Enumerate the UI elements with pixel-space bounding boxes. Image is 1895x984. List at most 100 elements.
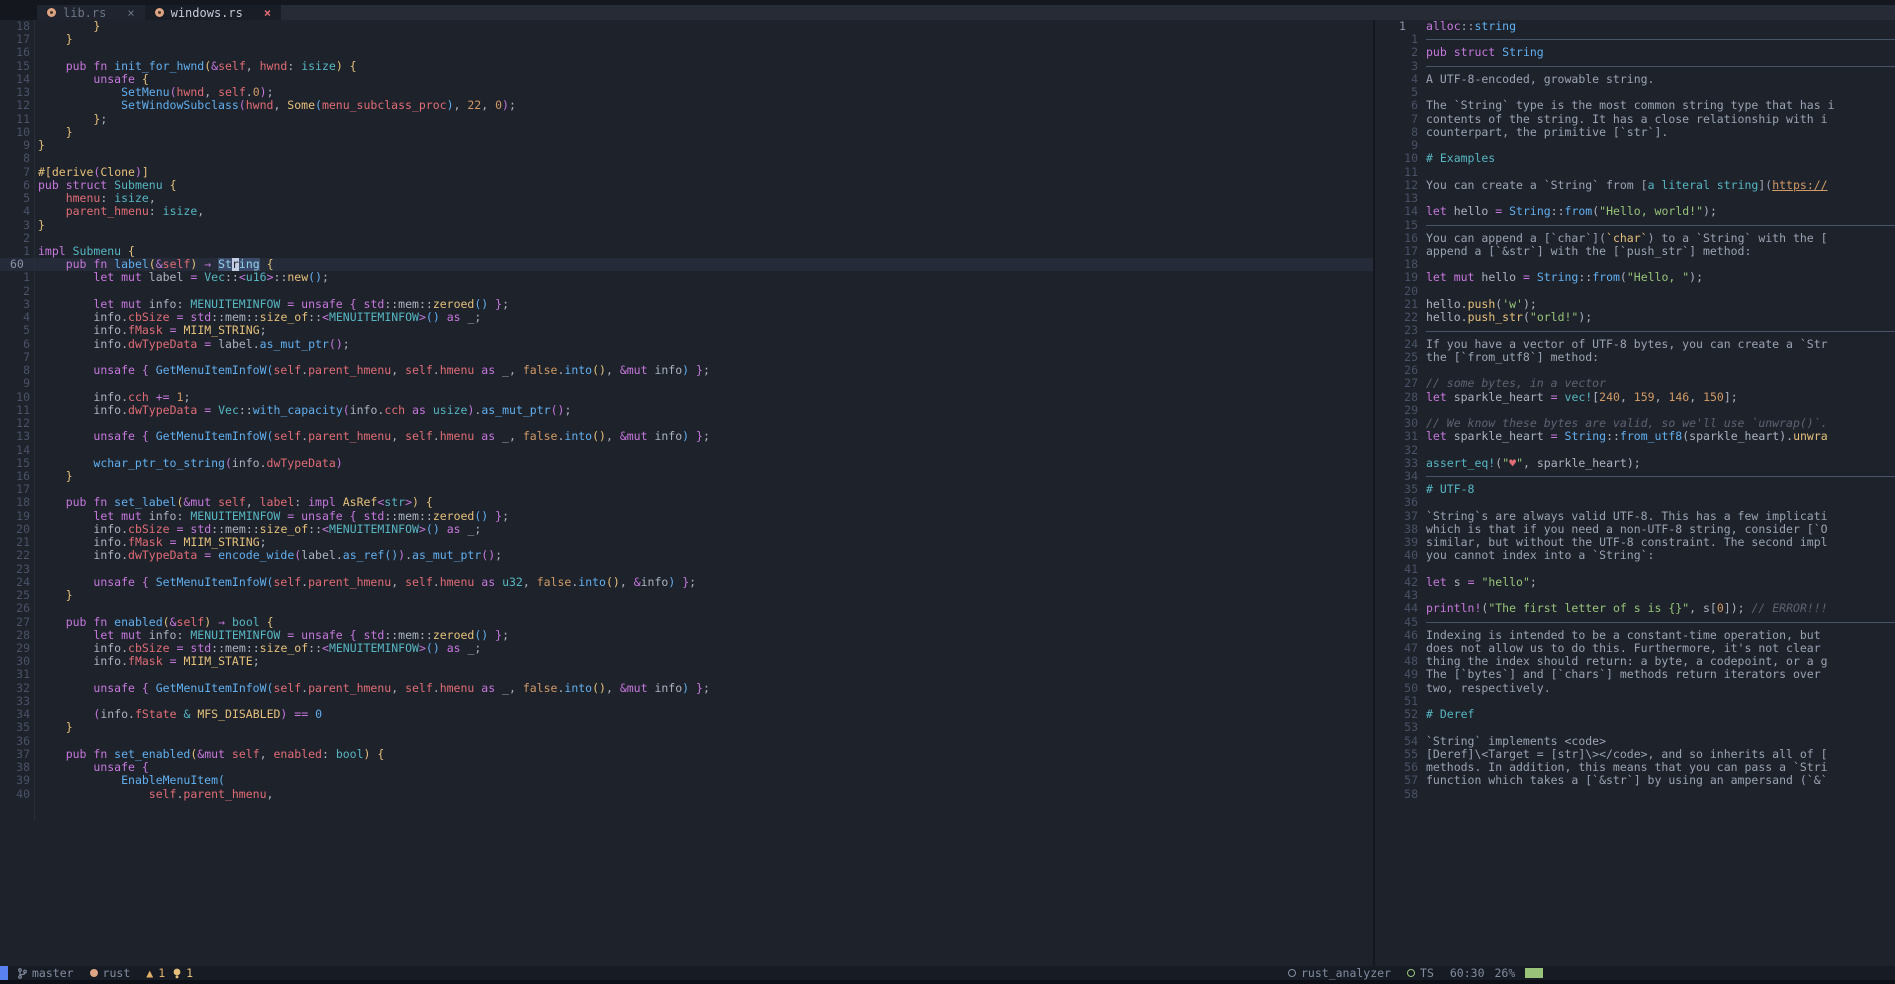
code-line[interactable]: 33 [0,695,1373,708]
doc-line[interactable]: 14let hello = String::from("Hello, world… [1375,205,1895,218]
doc-line[interactable]: 3 [1375,60,1895,73]
doc-line[interactable]: 44println!("The first letter of s is {}"… [1375,602,1895,615]
code-line[interactable]: 4 parent_hmenu: isize, [0,205,1373,218]
code-line[interactable]: 10 } [0,126,1373,139]
doc-line[interactable]: 23 [1375,324,1895,337]
code-line[interactable]: 15 wchar_ptr_to_string(info.dwTypeData) [0,457,1373,470]
code-line[interactable]: 38 unsafe { [0,761,1373,774]
doc-line[interactable]: 25the [`from_utf8`] method: [1375,351,1895,364]
code-line[interactable]: 24 unsafe { SetMenuItemInfoW(self.parent… [0,576,1373,589]
command-line[interactable] [0,980,1895,984]
doc-line[interactable]: 21hello.push('w'); [1375,298,1895,311]
doc-line[interactable]: 16You can append a [`char`](`char`) to a… [1375,232,1895,245]
code-line[interactable]: 6pub struct Submenu { [0,179,1373,192]
code-line[interactable]: 35 } [0,721,1373,734]
doc-line[interactable]: 22hello.push_str("orld!"); [1375,311,1895,324]
code-line[interactable]: 9 [0,377,1373,390]
code-line[interactable]: 3} [0,219,1373,232]
code-line[interactable]: 26 [0,602,1373,615]
code-line[interactable]: 27 pub fn enabled(&self) → bool { [0,616,1373,629]
doc-line[interactable]: 54`String` implements <code> [1375,735,1895,748]
doc-line[interactable]: 41 [1375,563,1895,576]
doc-line[interactable]: 13 [1375,192,1895,205]
doc-line[interactable]: 53 [1375,721,1895,734]
doc-line[interactable]: 55[Deref]\<Target = [str]\></code>, and … [1375,748,1895,761]
code-line[interactable]: 7 [0,351,1373,364]
doc-line[interactable]: 10# Examples [1375,152,1895,165]
doc-line[interactable]: 58 [1375,788,1895,801]
doc-line[interactable]: 57function which takes a [`&str`] by usi… [1375,774,1895,787]
code-line[interactable]: 14 unsafe { [0,73,1373,86]
code-line[interactable]: 11 info.dwTypeData = Vec::with_capacity(… [0,404,1373,417]
code-line[interactable]: 18 } [0,20,1373,33]
doc-line[interactable]: 8counterpart, the primitive [`str`]. [1375,126,1895,139]
code-line[interactable]: 22 info.dwTypeData = encode_wide(label.a… [0,549,1373,562]
code-line[interactable]: 7#[derive(Clone)] [0,166,1373,179]
doc-line[interactable]: 24If you have a vector of UTF-8 bytes, y… [1375,338,1895,351]
doc-line[interactable]: 19let mut hello = String::from("Hello, "… [1375,271,1895,284]
doc-line[interactable]: 39similar, but without the UTF-8 constra… [1375,536,1895,549]
code-line[interactable]: 30 info.fMask = MIIM_STATE; [0,655,1373,668]
doc-line[interactable]: 32 [1375,444,1895,457]
code-pane-windows-rs[interactable]: 18 }17 }1615 pub fn init_for_hwnd(&self,… [0,20,1373,966]
code-line[interactable]: 9} [0,139,1373,152]
doc-line[interactable]: 49The [`bytes`] and [`chars`] methods re… [1375,668,1895,681]
code-line[interactable]: 39 EnableMenuItem( [0,774,1373,787]
doc-line[interactable]: 31let sparkle_heart = String::from_utf8(… [1375,430,1895,443]
doc-line[interactable]: 4A UTF-8-encoded, growable string. [1375,73,1895,86]
doc-line[interactable]: 34 [1375,470,1895,483]
diagnostic-hints[interactable]: 1 [173,966,193,980]
code-line[interactable]: 11 }; [0,113,1373,126]
doc-line[interactable]: 5 [1375,86,1895,99]
doc-line[interactable]: 51 [1375,695,1895,708]
doc-line[interactable]: 45 [1375,616,1895,629]
doc-line[interactable]: 27// some bytes, in a vector [1375,377,1895,390]
doc-line[interactable]: 6The `String` type is the most common st… [1375,99,1895,112]
code-line[interactable]: 15 pub fn init_for_hwnd(&self, hwnd: isi… [0,60,1373,73]
code-line[interactable]: 3 let mut info: MENUITEMINFOW = unsafe {… [0,298,1373,311]
code-line[interactable]: 29 info.cbSize = std::mem::size_of::<MEN… [0,642,1373,655]
doc-line[interactable]: 42let s = "hello"; [1375,576,1895,589]
code-line[interactable]: 34 (info.fState & MFS_DISABLED) == 0 [0,708,1373,721]
lsp-status[interactable]: rust_analyzer [1288,966,1391,980]
doc-line[interactable]: 18 [1375,258,1895,271]
code-line[interactable]: 32 unsafe { GetMenuItemInfoW(self.parent… [0,682,1373,695]
doc-line[interactable]: 47does not allow us to do this. Furtherm… [1375,642,1895,655]
code-line[interactable]: 1impl Submenu { [0,245,1373,258]
doc-line[interactable]: 50two, respectively. [1375,682,1895,695]
code-line[interactable]: 17 } [0,33,1373,46]
doc-line[interactable]: 12You can create a `String` from [a lite… [1375,179,1895,192]
doc-line[interactable]: 20 [1375,285,1895,298]
code-line[interactable]: 2 [0,285,1373,298]
doc-line[interactable]: 1alloc::string [1375,20,1895,33]
code-line[interactable]: 5 hmenu: isize, [0,192,1373,205]
code-line[interactable]: 36 [0,735,1373,748]
doc-line[interactable]: 48thing the index should return: a byte,… [1375,655,1895,668]
code-line[interactable]: 8 unsafe { GetMenuItemInfoW(self.parent_… [0,364,1373,377]
code-line[interactable]: 4 info.cbSize = std::mem::size_of::<MENU… [0,311,1373,324]
code-line[interactable]: 1 let mut label = Vec::<u16>::new(); [0,271,1373,284]
doc-line[interactable]: 7contents of the string. It has a close … [1375,113,1895,126]
code-line[interactable]: 21 info.fMask = MIIM_STRING; [0,536,1373,549]
code-line[interactable]: 16 [0,46,1373,59]
code-line[interactable]: 60 pub fn label(&self) → String { [0,258,1373,271]
doc-line[interactable]: 56methods. In addition, this means that … [1375,761,1895,774]
code-line[interactable]: 17 [0,483,1373,496]
doc-line[interactable]: 11 [1375,166,1895,179]
git-branch[interactable]: master [18,966,74,980]
code-line[interactable]: 23 [0,563,1373,576]
tab-close-icon[interactable]: × [127,6,134,20]
doc-line[interactable]: 33assert_eq!("♥", sparkle_heart); [1375,457,1895,470]
docs-pane-string[interactable]: 1alloc::string12pub struct String34A UTF… [1375,20,1895,966]
code-line[interactable]: 18 pub fn set_label(&mut self, label: im… [0,496,1373,509]
doc-line[interactable]: 1 [1375,33,1895,46]
doc-line[interactable]: 29 [1375,404,1895,417]
tab-close-icon[interactable]: × [264,6,271,20]
code-line[interactable]: 5 info.fMask = MIIM_STRING; [0,324,1373,337]
doc-line[interactable]: 26 [1375,364,1895,377]
tab-windows-rs[interactable]: windows.rs× [145,5,281,20]
doc-line[interactable]: 17append a [`&str`] with the [`push_str`… [1375,245,1895,258]
doc-line[interactable]: 2pub struct String [1375,46,1895,59]
code-line[interactable]: 2 [0,232,1373,245]
doc-line[interactable]: 36 [1375,496,1895,509]
